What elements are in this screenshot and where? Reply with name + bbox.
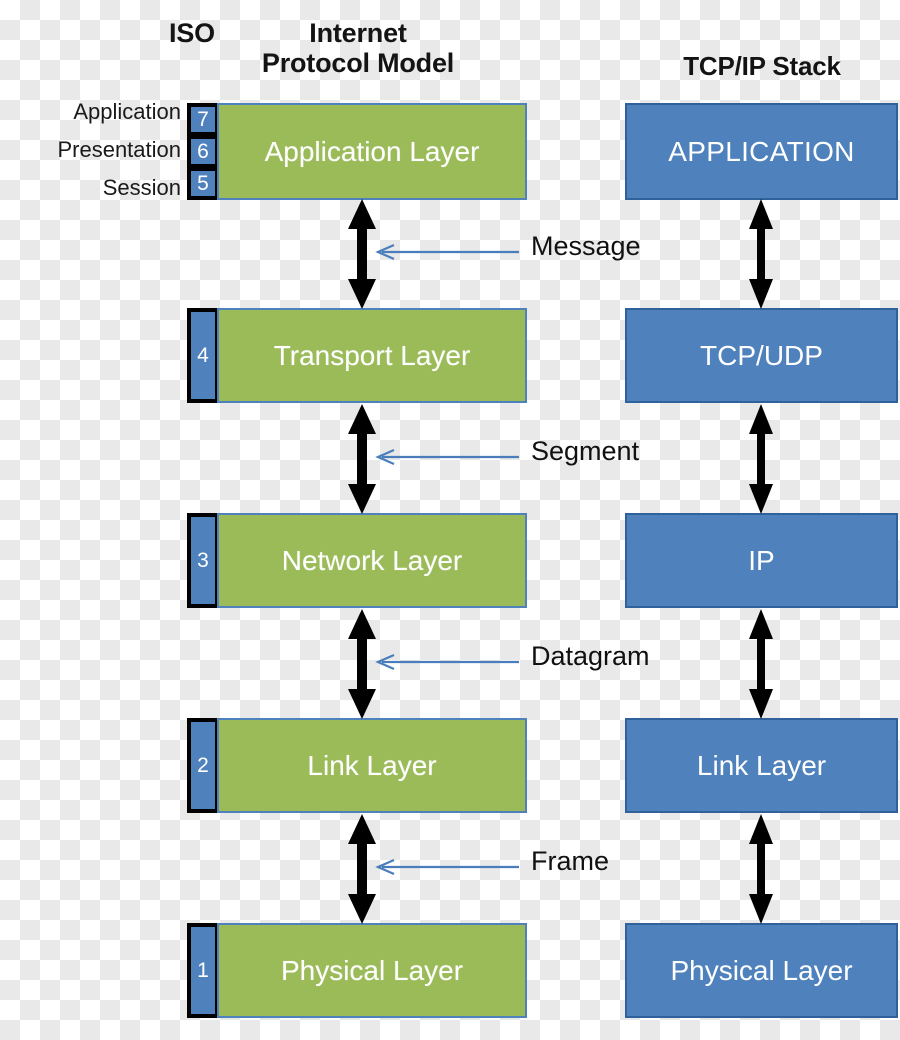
annotation-arrow-icon-segment: [372, 449, 520, 465]
internet-layer-row-link[interactable]: 2 Link Layer: [187, 718, 540, 813]
double-arrow-icon-right-ip-link: [746, 609, 776, 719]
iso-number-column-link: 2: [187, 718, 219, 813]
pdu-label-segment: Segment: [531, 436, 640, 466]
iso-label-presentation: Presentation: [57, 137, 181, 162]
iso-number-box-1[interactable]: 1: [187, 923, 219, 1018]
pdu-label-message: Message: [531, 231, 641, 261]
tcpip-layer-box-application[interactable]: APPLICATION: [625, 103, 898, 200]
heading-iso: ISO: [169, 18, 215, 48]
iso-number-box-5[interactable]: 5: [187, 167, 219, 200]
tcpip-layer-label-link: Link Layer: [696, 749, 827, 781]
tcpip-layer-label-application: APPLICATION: [668, 135, 855, 167]
tcpip-layer-label-physical: Physical Layer: [670, 954, 853, 986]
internet-layer-box-application[interactable]: Application Layer: [217, 103, 527, 200]
internet-layer-row-physical[interactable]: 1 Physical Layer: [187, 923, 540, 1018]
internet-layer-label-transport: Transport Layer: [273, 339, 471, 371]
annotation-arrow-icon-frame: [372, 859, 520, 875]
heading-tcpip-stack: TCP/IP Stack: [683, 51, 841, 81]
iso-number-box-2[interactable]: 2: [187, 718, 219, 813]
iso-number-column-physical: 1: [187, 923, 219, 1018]
internet-layer-label-application: Application Layer: [264, 135, 480, 167]
internet-layer-label-physical: Physical Layer: [280, 954, 464, 986]
heading-internet-protocol-model-line2: Protocol Model: [261, 48, 455, 79]
tcpip-layer-label-tcp-udp: TCP/UDP: [700, 339, 823, 371]
annotation-arrow-icon-message: [372, 244, 520, 260]
iso-number-box-3[interactable]: 3: [187, 513, 219, 608]
iso-number-box-7[interactable]: 7: [187, 103, 219, 136]
tcpip-layer-box-ip[interactable]: IP: [625, 513, 898, 608]
iso-number-column-network: 3: [187, 513, 219, 608]
internet-layer-box-transport[interactable]: Transport Layer: [217, 308, 527, 403]
double-arrow-icon-right-app-tcp: [746, 199, 776, 309]
tcpip-layer-box-link[interactable]: Link Layer: [625, 718, 898, 813]
heading-internet-protocol-model: Internet Protocol Model: [240, 18, 476, 78]
iso-number-column-application: 7 6 5: [187, 103, 219, 200]
tcpip-layer-label-ip: IP: [748, 544, 775, 576]
iso-label-session: Session: [102, 175, 181, 200]
pdu-label-frame: Frame: [531, 846, 610, 876]
tcpip-layer-box-physical[interactable]: Physical Layer: [625, 923, 898, 1018]
internet-layer-label-link: Link Layer: [307, 749, 437, 781]
diagram-canvas: ISO Internet Protocol Model TCP/IP Stack…: [0, 0, 900, 1040]
internet-layer-row-transport[interactable]: 4 Transport Layer: [187, 308, 540, 403]
double-arrow-icon-right-tcp-ip: [746, 404, 776, 514]
double-arrow-icon-right-link-physical: [746, 814, 776, 924]
heading-internet-protocol-model-line1: Internet: [309, 18, 407, 48]
internet-layer-box-network[interactable]: Network Layer: [217, 513, 527, 608]
internet-layer-label-network: Network Layer: [281, 544, 463, 576]
iso-label-application: Application: [73, 99, 181, 124]
internet-layer-box-link[interactable]: Link Layer: [217, 718, 527, 813]
annotation-arrow-icon-datagram: [372, 654, 520, 670]
internet-layer-row-network[interactable]: 3 Network Layer: [187, 513, 540, 608]
pdu-label-datagram: Datagram: [531, 641, 650, 671]
iso-number-box-4[interactable]: 4: [187, 308, 219, 403]
tcpip-layer-box-tcp-udp[interactable]: TCP/UDP: [625, 308, 898, 403]
iso-number-column-transport: 4: [187, 308, 219, 403]
iso-number-box-6[interactable]: 6: [187, 135, 219, 168]
internet-layer-row-application[interactable]: 7 6 5 Application Layer: [187, 103, 540, 200]
internet-layer-box-physical[interactable]: Physical Layer: [217, 923, 527, 1018]
